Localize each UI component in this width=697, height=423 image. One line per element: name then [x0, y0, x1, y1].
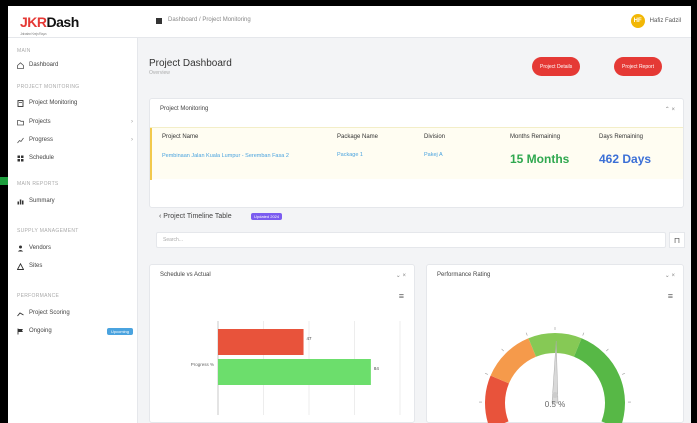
menu-toggle-icon[interactable]: [156, 18, 162, 24]
user-name[interactable]: Hafiz Fadzil: [650, 18, 681, 24]
bar-icon: [17, 198, 24, 205]
gauge-needle-hub: [552, 392, 558, 398]
timeline-updated-badge: Updated 2024: [251, 213, 283, 220]
logo-main: JKR: [20, 14, 47, 30]
package-name-link[interactable]: Package 1: [337, 152, 363, 158]
timeline-table-label[interactable]: ‹ Project Timeline Table: [159, 213, 232, 220]
sidebar-item-label: Project Monitoring: [29, 100, 78, 106]
user-icon: [17, 245, 24, 252]
gauge-band-0: [485, 375, 509, 423]
app-logo[interactable]: JKRDash Jabatan Kerja Raya: [20, 14, 80, 36]
app-window: JKRDash Jabatan Kerja Raya Dashboard / P…: [8, 6, 691, 423]
column-header-days-remaining: Days Remaining: [599, 134, 644, 140]
folder-icon: [17, 119, 24, 126]
project-details-button[interactable]: Project Details: [532, 57, 581, 76]
chart-icon: [17, 137, 24, 144]
bar-actual: [218, 359, 371, 385]
bar-value-label: 47: [307, 336, 313, 341]
page-title: Project Dashboard: [149, 58, 232, 69]
site-icon: [16, 262, 25, 270]
card-collapse-close-icons[interactable]: ⌃ ×: [665, 106, 675, 113]
sidebar-section-main-reports: MAIN REPORTS: [17, 181, 59, 187]
months-remaining-value: 15 Months: [510, 152, 570, 166]
card-title: Project Monitoring: [160, 106, 209, 112]
sidebar-item-projects[interactable]: Projects ›: [17, 115, 133, 129]
logo-accent: Dash: [46, 14, 80, 30]
project-name-link[interactable]: Pembinaan Jalan Kuala Lumpur - Seremban …: [162, 152, 322, 161]
sidebar-item-project-monitoring[interactable]: Project Monitoring: [17, 96, 133, 110]
sidebar-item-label: Dashboard: [29, 62, 59, 68]
sidebar-item-dashboard[interactable]: Dashboard: [17, 58, 133, 72]
sidebar-section-supply-management: SUPPLY MANAGEMENT: [17, 228, 79, 234]
gauge-tick: [525, 332, 528, 336]
division-link[interactable]: Pakej A: [424, 152, 443, 158]
sidebar: MAIN Dashboard PROJECT MONITORING Projec…: [8, 38, 138, 423]
gauge-value-label: 0.5 %: [545, 400, 565, 409]
gauge-tick: [484, 372, 488, 375]
bar-schedule: [218, 329, 304, 355]
chevron-right-icon: ›: [131, 137, 133, 143]
gauge-band-3: [573, 338, 625, 423]
sidebar-section-project-monitoring: PROJECT MONITORING: [17, 84, 80, 90]
bar-value-label: 84: [374, 366, 380, 371]
column-header-project-name: Project Name: [162, 134, 199, 140]
category-tick-label: Progress %: [191, 362, 214, 367]
schedule-actual-bar-chart: 47 84 Progress %: [191, 321, 401, 415]
timeline-label-text: Project Timeline Table: [163, 213, 232, 220]
sidebar-item-sites[interactable]: Sites: [16, 259, 133, 273]
project-report-button[interactable]: Project Report: [614, 57, 662, 76]
sidebar-item-label: Summary: [29, 198, 55, 204]
gauge-tick: [606, 348, 609, 352]
sidebar-item-label: Ongoing: [29, 328, 52, 334]
flag-icon: [17, 328, 24, 335]
sidebar-item-label: Sites: [29, 263, 43, 269]
sidebar-item-project-scoring[interactable]: Project Scoring: [17, 306, 133, 320]
sidebar-item-label: Project Scoring: [29, 310, 70, 316]
search-button[interactable]: ⊓: [669, 232, 685, 248]
gauge-tick: [582, 332, 585, 336]
gauge-band-1: [490, 338, 537, 384]
sidebar-item-vendors[interactable]: Vendors: [17, 241, 133, 255]
sidebar-section-performance: PERFORMANCE: [17, 293, 60, 299]
chevron-right-icon: ›: [131, 119, 133, 125]
sidebar-item-label: Projects: [29, 119, 51, 125]
project-monitoring-card: Project Monitoring ⌃ × Project Name Pemb…: [149, 98, 684, 208]
upcoming-badge: Upcoming: [106, 327, 133, 335]
column-header-division: Division: [424, 134, 446, 140]
score-icon: [17, 310, 24, 317]
sidebar-item-progress[interactable]: Progress ›: [17, 133, 133, 147]
sidebar-item-ongoing[interactable]: Ongoing Upcoming: [17, 324, 133, 338]
grid-icon: [17, 155, 24, 162]
top-header: JKRDash Jabatan Kerja Raya Dashboard / P…: [8, 6, 691, 38]
days-remaining-value: 462 Days: [599, 152, 652, 166]
sidebar-item-schedule[interactable]: Schedule: [17, 151, 133, 165]
sidebar-item-label: Progress: [29, 137, 54, 143]
clipboard-icon: [17, 99, 24, 107]
sidebar-section-main: MAIN: [17, 48, 31, 54]
logo-tagline: Jabatan Kerja Raya: [20, 31, 47, 36]
home-icon: [17, 61, 24, 69]
page-subtitle: Overview: [149, 70, 170, 76]
schedule-vs-actual-card: Schedule vs Actual ⌄ × ≡ 47 84 Progress %: [149, 264, 415, 423]
gauge-tick: [622, 372, 626, 375]
sidebar-item-label: Schedule: [29, 155, 55, 161]
search-input[interactable]: Search...: [156, 232, 666, 248]
avatar[interactable]: HF: [630, 14, 645, 28]
user-menu[interactable]: HF Hafiz Fadzil: [630, 14, 681, 28]
gauge-tick: [501, 348, 504, 352]
column-header-months-remaining: Months Remaining: [510, 134, 561, 140]
column-header-package-name: Package Name: [337, 134, 379, 140]
performance-rating-card: Performance Rating ⌄ × ≡ 0.5 %: [426, 264, 684, 423]
breadcrumb: Dashboard / Project Monitoring: [168, 17, 251, 23]
sidebar-item-label: Vendors: [29, 245, 52, 251]
sidebar-item-summary[interactable]: Summary: [17, 194, 133, 208]
gauge-band-2: [528, 333, 582, 357]
performance-gauge-chart: 0.5 %: [479, 327, 631, 423]
